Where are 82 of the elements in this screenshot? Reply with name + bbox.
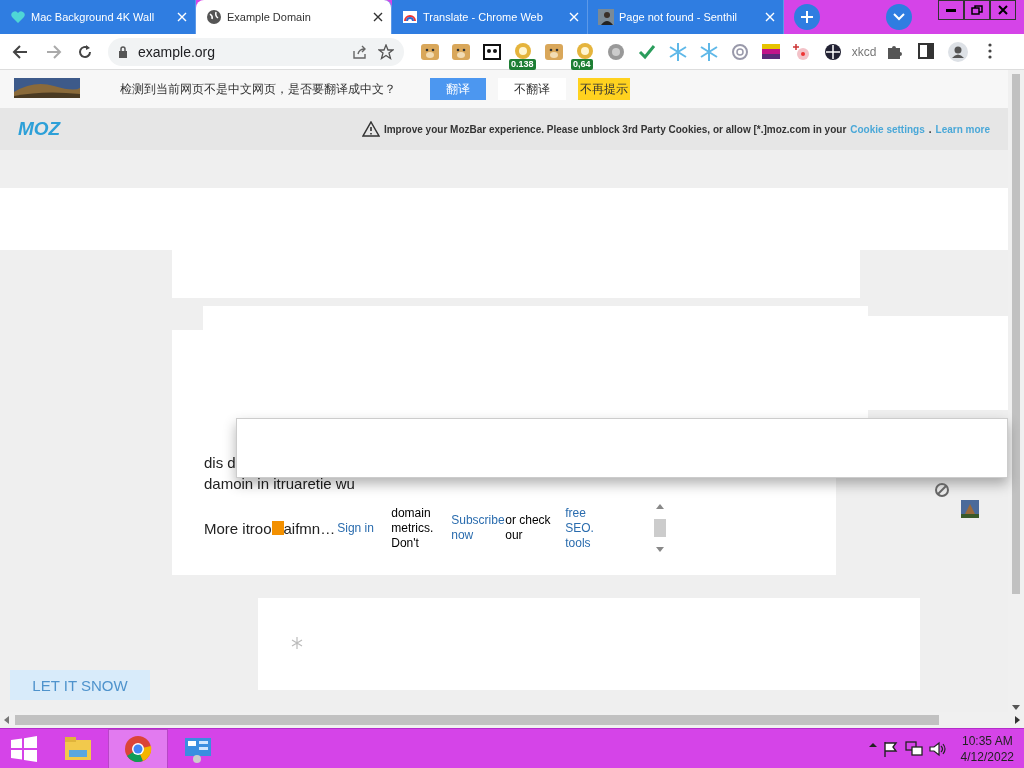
heart-icon <box>10 9 26 25</box>
highlight-mark <box>271 521 284 535</box>
figure-icon <box>598 9 614 25</box>
share-icon[interactable] <box>352 44 368 59</box>
tab-title: Mac Background 4K Wall <box>31 11 156 23</box>
tab-title: Page not found - Senthil <box>619 11 739 23</box>
scroll-left-icon <box>4 716 9 724</box>
dog-icon[interactable] <box>544 41 564 62</box>
close-icon[interactable] <box>373 12 383 22</box>
close-button[interactable] <box>990 0 1016 20</box>
tab-title: Example Domain <box>227 11 312 23</box>
dog-icon[interactable] <box>451 41 471 62</box>
page-text: dis d <box>204 453 237 473</box>
horizontal-scrollbar[interactable] <box>0 712 1024 728</box>
back-icon[interactable] <box>12 42 30 61</box>
clock-date[interactable]: 4/12/2022 <box>960 748 1014 765</box>
translate-option-button[interactable]: 翻译 <box>430 78 486 100</box>
clock-time[interactable]: 10:35 AM <box>961 732 1013 749</box>
address-bar[interactable]: example.org <box>108 37 404 66</box>
dog-icon[interactable] <box>420 41 440 62</box>
scroll-up-icon <box>656 504 665 509</box>
stripes-icon[interactable] <box>761 41 781 62</box>
tab-title: Translate - Chrome Web <box>423 11 544 23</box>
flag-icon[interactable] <box>882 740 899 757</box>
network-icon[interactable] <box>904 740 923 757</box>
url-text: example.org <box>138 43 217 60</box>
close-icon <box>996 4 1010 16</box>
translate-option-button[interactable]: 不再提示 <box>578 78 630 100</box>
scroll-down-icon <box>1012 705 1020 710</box>
translate-option-button[interactable]: 不翻译 <box>498 78 566 100</box>
extension-label[interactable]: xkcd <box>851 44 877 59</box>
snow-button[interactable]: LET IT SNOW <box>10 670 150 700</box>
speaker-icon[interactable] <box>928 740 947 757</box>
flower-icon[interactable] <box>730 41 750 62</box>
new-tab-button[interactable] <box>794 4 820 30</box>
plus-icon <box>801 11 813 23</box>
reload-icon[interactable] <box>76 42 94 61</box>
restore-icon <box>970 4 984 16</box>
coin-icon[interactable] <box>513 41 533 62</box>
side-panel-icon[interactable] <box>917 41 935 62</box>
mozbar-link[interactable]: Sign in <box>337 520 390 536</box>
mini-scrollbar[interactable] <box>653 504 668 552</box>
mozbar-link[interactable]: Subscribe now <box>451 513 504 543</box>
page-text: More itroo <box>204 519 272 537</box>
minimize-icon <box>946 8 956 12</box>
lock-icon <box>118 45 128 58</box>
mozbar-text: domain metrics. Don't <box>391 505 435 551</box>
mozbar-text: or check our <box>505 513 552 543</box>
sparkle-icon[interactable] <box>792 41 812 62</box>
blocked-icon <box>934 482 950 498</box>
moz-logo: MOZ <box>18 118 61 140</box>
taskbar-app[interactable] <box>108 728 168 768</box>
notice-text: Improve your MozBar experience. Please unblock 3rd Party Cookies, or allow [*.]moz.com in your <box>383 123 847 135</box>
panda-icon[interactable] <box>482 41 502 62</box>
chrome-icon <box>123 733 153 764</box>
browser-tab[interactable]: Example Domain <box>196 0 392 34</box>
globe-icon <box>206 9 222 25</box>
crosshair-icon[interactable] <box>823 41 843 62</box>
coin-icon[interactable] <box>575 41 595 62</box>
scroll-right-icon <box>1015 716 1020 724</box>
extension-badge: 0.138 <box>509 58 536 70</box>
browser-tab[interactable]: Translate - Chrome Web <box>392 0 588 34</box>
notice-text: . <box>928 123 932 135</box>
windows-logo-icon <box>11 735 37 762</box>
rainbow-icon <box>402 9 418 25</box>
page-text: damoin in itruaretie wu <box>204 474 356 494</box>
browser-tab[interactable]: Mac Background 4K Wall <box>0 0 196 34</box>
disc-icon[interactable] <box>606 41 626 62</box>
snowflake-icon <box>290 636 304 650</box>
restore-button[interactable] <box>964 0 990 20</box>
profile-icon[interactable] <box>948 41 968 62</box>
page-text: aifmn… <box>283 519 336 537</box>
mozbar-link[interactable]: free SEO. tools <box>565 505 618 551</box>
translate-message: 检测到当前网页不是中文网页，是否要翻译成中文？ <box>120 80 397 98</box>
warning-icon <box>361 121 380 137</box>
star-icon[interactable] <box>378 43 394 60</box>
chevron-down-icon <box>893 13 905 21</box>
browser-tab[interactable]: Page not found - Senthil <box>588 0 784 34</box>
extension-badge: 0,64 <box>571 58 593 70</box>
minimize-button[interactable] <box>938 0 964 20</box>
tab-search-button[interactable] <box>886 4 912 30</box>
scroll-down-icon <box>656 547 665 552</box>
